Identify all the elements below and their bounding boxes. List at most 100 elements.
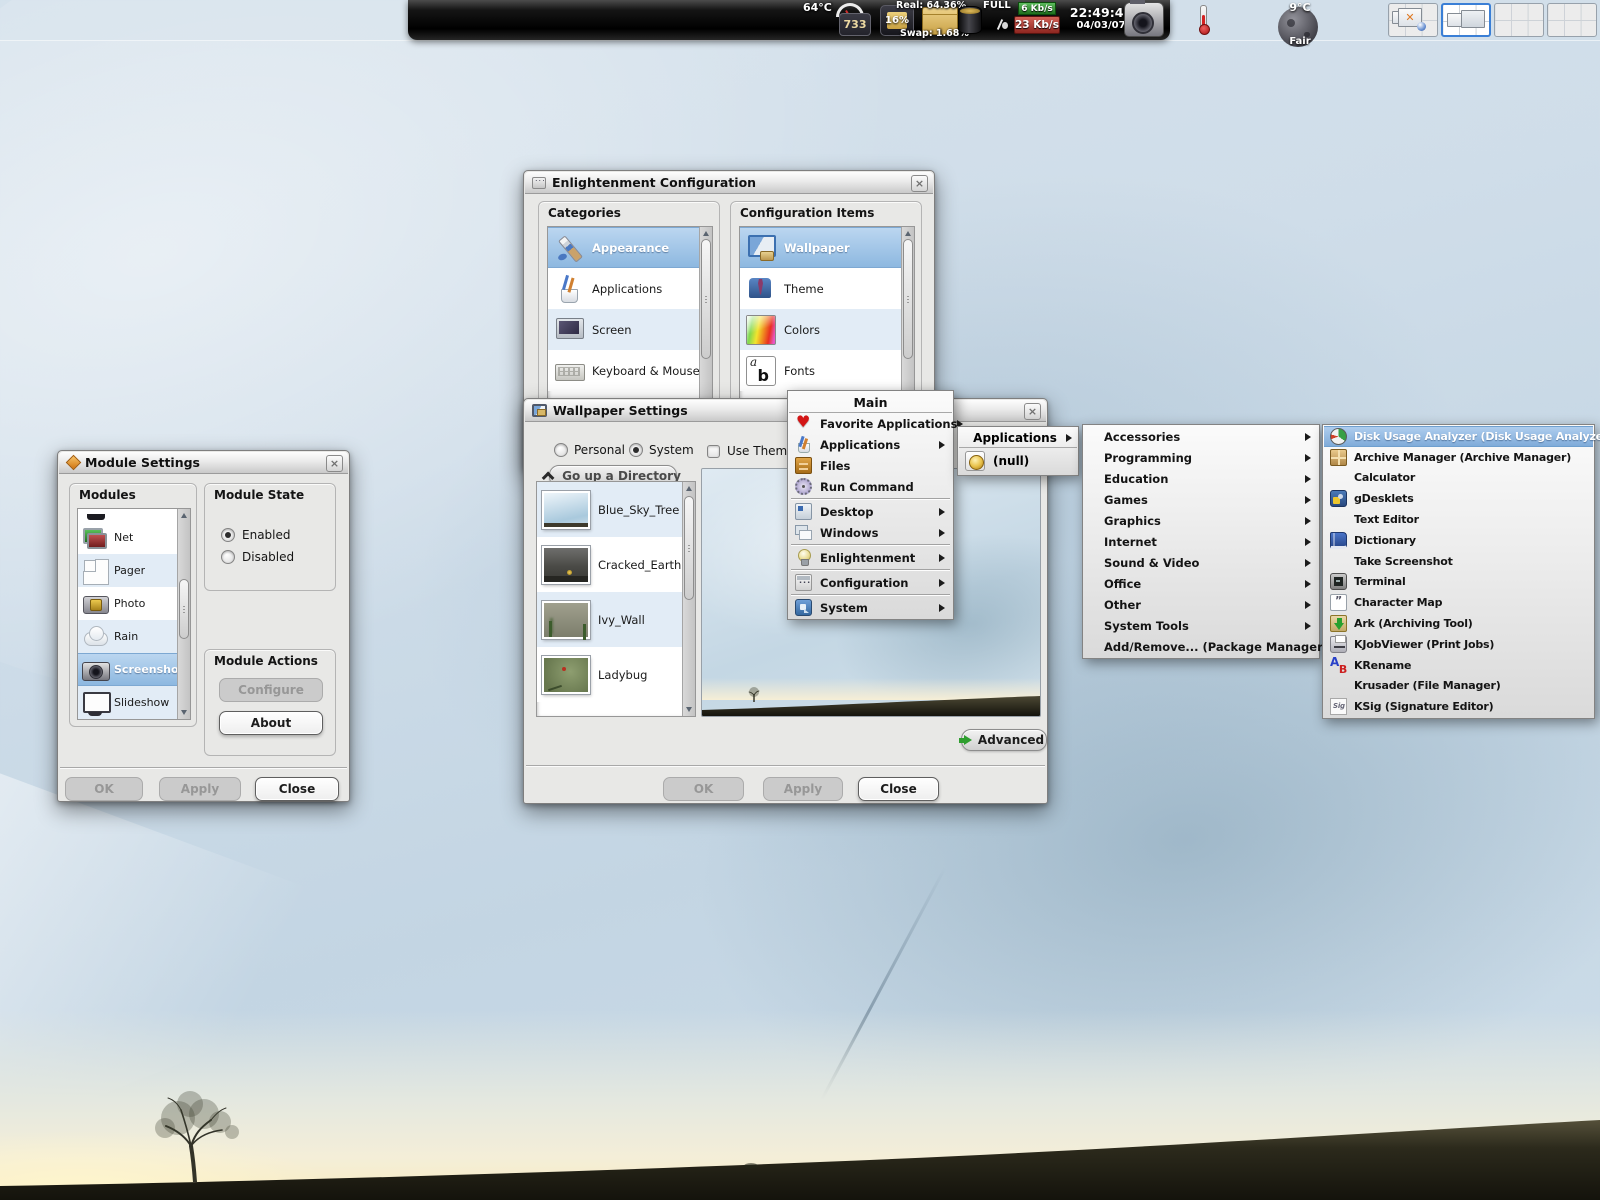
taskbar-icon[interactable]	[276, 3, 312, 39]
titlebar[interactable]: Wallpaper Settings ×	[525, 400, 1046, 422]
close-button[interactable]: ×	[326, 455, 343, 472]
category-list-item[interactable]: Applications	[548, 268, 699, 309]
pager-desktop-1[interactable]: ✕	[1388, 3, 1438, 37]
config-item[interactable]: Wallpaper	[740, 227, 901, 268]
about-button[interactable]: About	[219, 711, 323, 735]
menu-item[interactable]: Terminal	[1324, 572, 1593, 593]
ok-button[interactable]: OK	[663, 777, 744, 801]
menu-item[interactable]: Add/Remove... (Package Manager)	[1084, 636, 1318, 657]
menu-item[interactable]: Applications	[789, 434, 952, 455]
menu-item[interactable]: Graphics	[1084, 510, 1318, 531]
taskbar-icon[interactable]	[159, 3, 195, 39]
dock-icon[interactable]	[563, 4, 595, 36]
menu-item[interactable]: Configuration	[789, 572, 952, 593]
camera-icon[interactable]	[1124, 2, 1164, 37]
menu-item[interactable]: Archive Manager (Archive Manager)	[1324, 447, 1593, 468]
system-radio[interactable]	[629, 443, 643, 457]
menu-item[interactable]: Internet	[1084, 531, 1318, 552]
menu-item[interactable]: KRename	[1324, 655, 1593, 676]
apply-button[interactable]: Apply	[159, 777, 241, 801]
dock-icon[interactable]	[600, 4, 632, 36]
menu-item[interactable]: Krusader (File Manager)	[1324, 676, 1593, 697]
menu-item[interactable]: Programming	[1084, 447, 1318, 468]
advanced-button[interactable]: Advanced	[961, 729, 1047, 751]
wallpaper-list-item[interactable]: Ivy_Wall	[537, 592, 682, 647]
menu-item[interactable]: Calculator	[1324, 468, 1593, 489]
titlebar[interactable]: Module Settings ×	[59, 452, 348, 474]
scrollbar-thumb[interactable]	[684, 496, 694, 600]
pager-desktop-2-active[interactable]	[1441, 3, 1491, 37]
config-item[interactable]: Fonts	[740, 350, 901, 391]
dock-icon[interactable]	[415, 4, 447, 36]
partially-scrolled-item[interactable]	[78, 509, 177, 521]
menu-item[interactable]: System	[789, 597, 952, 618]
dock-icon[interactable]	[711, 4, 743, 36]
menu-item[interactable]: gDesklets	[1324, 488, 1593, 509]
dock-icon[interactable]	[526, 4, 558, 36]
menu-item[interactable]: KSig (Signature Editor)	[1324, 696, 1593, 717]
menu-item[interactable]: Accessories	[1084, 426, 1318, 447]
menu-item[interactable]: KJobViewer (Print Jobs)	[1324, 634, 1593, 655]
menu-item[interactable]: System Tools	[1084, 615, 1318, 636]
titlebar[interactable]: Enlightenment Configuration ×	[525, 172, 933, 194]
menu-item[interactable]: Run Command	[789, 476, 952, 497]
module-list-item[interactable]: Pager	[78, 554, 177, 587]
close-button[interactable]: ×	[1024, 403, 1041, 420]
wallpaper-list-item[interactable]: Blue_Sky_Tree	[537, 482, 682, 537]
menu-item[interactable]: Take Screenshot	[1324, 551, 1593, 572]
close-button[interactable]: Close	[255, 777, 339, 801]
menu-item[interactable]: Office	[1084, 573, 1318, 594]
menu-item[interactable]: Ark (Archiving Tool)	[1324, 613, 1593, 634]
close-button[interactable]: Close	[858, 777, 939, 801]
dock-icon[interactable]	[489, 4, 521, 36]
taskbar-icon[interactable]	[3, 3, 39, 39]
module-list-item[interactable]: Slideshow	[78, 686, 177, 719]
category-list-item[interactable]: Keyboard & Mouse	[548, 350, 699, 391]
dock-icon[interactable]	[637, 4, 669, 36]
scrollbar-thumb[interactable]	[903, 239, 913, 359]
wallpaper-list-item[interactable]: Cracked_Earth	[537, 537, 682, 592]
menu-item[interactable]: Desktop	[789, 501, 952, 522]
enabled-radio[interactable]	[221, 528, 235, 542]
disabled-radio[interactable]	[221, 550, 235, 564]
scrollbar[interactable]	[682, 482, 695, 716]
dock-icon[interactable]	[674, 4, 706, 36]
dock-icon[interactable]	[748, 4, 780, 36]
menu-item[interactable]: Character Map	[1324, 592, 1593, 613]
menu-item[interactable]: Other	[1084, 594, 1318, 615]
config-item[interactable]: Theme	[740, 268, 901, 309]
category-list-item[interactable]: Screen	[548, 309, 699, 350]
use-theme-checkbox[interactable]	[707, 445, 720, 458]
menu-item[interactable]: Files	[789, 455, 952, 476]
menu-item[interactable]: Dictionary	[1324, 530, 1593, 551]
menu-item[interactable]: Favorite Applications	[789, 413, 952, 434]
menu-item[interactable]: (null)	[959, 448, 1077, 474]
taskbar-icon[interactable]	[354, 3, 390, 39]
menu-item[interactable]: Sound & Video	[1084, 552, 1318, 573]
ok-button[interactable]: OK	[65, 777, 143, 801]
taskbar-icon[interactable]	[81, 3, 117, 39]
close-button[interactable]: ×	[911, 175, 928, 192]
module-list-item[interactable]: Rain	[78, 620, 177, 653]
scrollbar-thumb[interactable]	[701, 239, 711, 359]
scrollbar-thumb[interactable]	[179, 579, 189, 639]
menu-item[interactable]: Enlightenment	[789, 547, 952, 568]
module-list-item[interactable]: Photo	[78, 587, 177, 620]
configure-button[interactable]: Configure	[219, 678, 323, 702]
taskbar-icon[interactable]	[42, 3, 78, 39]
personal-radio[interactable]	[554, 443, 568, 457]
taskbar-icon[interactable]	[198, 3, 234, 39]
menu-item[interactable]: Windows	[789, 522, 952, 543]
wallpaper-list-item[interactable]: Ladybug	[537, 647, 682, 702]
menu-item[interactable]: Games	[1084, 489, 1318, 510]
pager-desktop-3[interactable]	[1494, 3, 1544, 37]
taskbar-icon[interactable]	[120, 3, 156, 39]
menu-item[interactable]: Disk Usage Analyzer (Disk Usage Analyzer…	[1324, 426, 1593, 447]
menu-item[interactable]: Education	[1084, 468, 1318, 489]
module-list-item[interactable]: Net	[78, 521, 177, 554]
category-list-item[interactable]: Appearance	[548, 227, 699, 268]
pager-desktop-4[interactable]	[1547, 3, 1597, 37]
scrollbar[interactable]	[177, 509, 190, 719]
dock-icon[interactable]	[452, 4, 484, 36]
module-list-item[interactable]: Screenshot	[78, 653, 177, 686]
